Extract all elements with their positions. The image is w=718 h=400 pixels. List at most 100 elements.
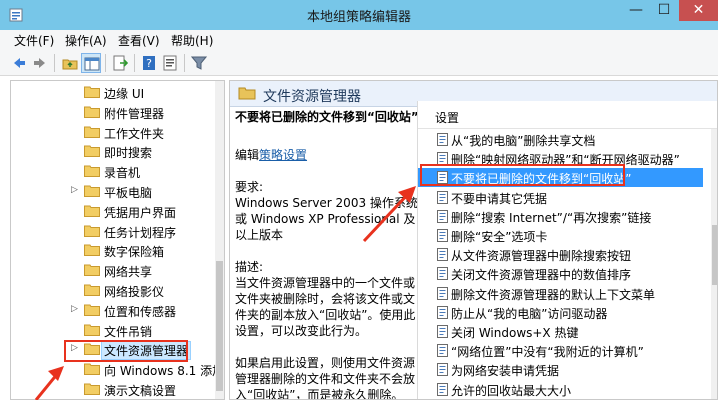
tree-item[interactable]: ▷ 文件资源管理器 xyxy=(11,340,211,361)
setting-item-label: 从“我的电脑”删除共享文档 xyxy=(451,134,596,148)
setting-item-label: 不要申请其它凭据 xyxy=(451,191,548,206)
policy-setting-icon xyxy=(437,344,448,358)
tree-item[interactable]: ▷ 位置和传感器 xyxy=(11,301,211,320)
folder-icon xyxy=(84,324,100,336)
up-folder-button[interactable] xyxy=(60,53,80,73)
tree-item[interactable]: 边缘 UI xyxy=(11,83,211,102)
details-pane: 文件资源管理器 不要将已删除的文件移到“回收站” 编辑策略设置 要求: Wind… xyxy=(229,80,718,400)
policy-setting-icon xyxy=(437,152,448,166)
window-title: 本地组策略编辑器 xyxy=(306,10,411,25)
setting-item[interactable]: 从“我的电脑”删除共享文档 xyxy=(418,130,703,149)
requirements-label: 要求: xyxy=(235,180,264,194)
filter-button[interactable] xyxy=(189,53,209,73)
setting-item[interactable]: 为网络安装申请凭据 xyxy=(418,360,703,379)
minimize-button[interactable]: — xyxy=(622,0,650,21)
export-list-button[interactable] xyxy=(110,53,130,73)
policy-setting-icon xyxy=(437,363,448,377)
tree-item[interactable]: ▷ 平板电脑 xyxy=(11,182,211,201)
show-hide-tree-button[interactable] xyxy=(81,53,101,73)
tree-item[interactable]: 附件管理器 xyxy=(11,103,211,122)
tree-item[interactable]: 网络投影仪 xyxy=(11,281,211,300)
tree-item[interactable]: 文件吊销 xyxy=(11,321,211,340)
policy-setting-icon xyxy=(437,171,448,185)
folder-icon xyxy=(84,126,100,138)
setting-item[interactable]: 删除“映射网络驱动器”和“断开网络驱动器” xyxy=(418,149,703,168)
setting-item[interactable]: 从文件资源管理器中删除搜索按钮 xyxy=(418,245,703,264)
settings-column-header[interactable]: 设置 xyxy=(418,101,717,129)
back-icon xyxy=(14,58,25,68)
edit-prefix: 编辑 xyxy=(235,148,260,162)
menu-view[interactable]: 查看(V) xyxy=(118,32,160,49)
setting-item-label: 为网络安装申请凭据 xyxy=(451,364,560,379)
setting-item-label: 删除文件资源管理器的默认上下文菜单 xyxy=(451,287,656,302)
tree-item[interactable]: 演示文稿设置 xyxy=(11,380,211,399)
tree-item-label: 文件资源管理器 xyxy=(100,341,192,361)
expand-arrow-icon[interactable]: ▷ xyxy=(71,304,78,314)
policy-tree[interactable]: 边缘 UI 附件管理器 工作文件夹 即时搜索 录音机 ▷ 平板电脑凭据用户界面 任务计划程序数… xyxy=(10,80,225,400)
up-folder-icon xyxy=(62,59,78,70)
tree-item[interactable]: 凭据用户界面 xyxy=(11,202,211,221)
setting-item[interactable]: 删除文件资源管理器的默认上下文菜单 xyxy=(418,284,703,303)
maximize-button[interactable]: ☐ xyxy=(650,0,678,21)
menu-action[interactable]: 操作(A) xyxy=(65,32,107,49)
setting-item[interactable]: 允许的回收站最大大小 xyxy=(418,380,703,399)
help-button[interactable]: ? xyxy=(139,53,159,73)
policy-setting-icon xyxy=(437,325,448,338)
tree-scrollbar-thumb[interactable] xyxy=(216,261,223,391)
policy-setting-icon xyxy=(437,248,448,262)
menu-file[interactable]: 文件(F) xyxy=(14,32,54,49)
settings-header-label: 设置 xyxy=(435,111,460,125)
folder-icon xyxy=(84,165,100,178)
setting-item[interactable]: 删除“搜索 Internet”/“再次搜索”链接 xyxy=(418,207,703,226)
setting-item[interactable]: 删除“安全”选项卡 xyxy=(418,226,703,245)
tree-item[interactable]: 即时搜索 xyxy=(11,142,211,161)
setting-item[interactable]: 关闭 Windows+X 热键 xyxy=(418,322,703,341)
close-button[interactable]: ✕ xyxy=(679,0,718,21)
policy-setting-icon xyxy=(437,267,448,281)
tree-item[interactable]: 工作文件夹 xyxy=(11,123,211,142)
setting-item[interactable]: 不要将已删除的文件移到“回收站” xyxy=(418,168,703,188)
policy-heading: 不要将已删除的文件移到“回收站” xyxy=(235,110,419,124)
tree-item[interactable]: 向 Windows 8.1 添加 xyxy=(11,360,224,379)
setting-item-label: 删除“映射网络驱动器”和“断开网络驱动器” xyxy=(451,153,680,168)
settings-scrollbar-thumb[interactable] xyxy=(712,225,717,285)
setting-item-label: 从文件资源管理器中删除搜索按钮 xyxy=(451,249,632,264)
folder-icon xyxy=(84,205,100,217)
title-bar: 本地组策略编辑器 — ☐ ✕ xyxy=(0,0,718,30)
forward-icon xyxy=(34,58,45,68)
tree-item[interactable]: 任务计划程序 xyxy=(11,222,211,241)
menu-bar: 文件(F) 操作(A) 查看(V) 帮助(H) xyxy=(0,30,718,50)
edit-policy-link[interactable]: 策略设置 xyxy=(259,148,307,162)
setting-item[interactable]: 关闭文件资源管理器中的数值排序 xyxy=(418,264,703,283)
tree-item-label: 平板电脑 xyxy=(104,186,153,200)
show-hide-tree-icon xyxy=(84,57,100,71)
requirements-line: Windows Server 2003 操作系统 xyxy=(235,196,418,210)
setting-item[interactable]: “网络位置”中没有“我附近的计算机” xyxy=(418,341,703,360)
setting-item-label: “网络位置”中没有“我附近的计算机” xyxy=(451,345,644,360)
toolbar-separator xyxy=(105,54,106,72)
filter-icon xyxy=(191,56,207,70)
toolbar-separator xyxy=(54,54,55,72)
tree-scrollbar[interactable] xyxy=(215,81,224,399)
requirements-line: 或 Windows XP Professional 及 xyxy=(235,212,416,226)
description-label: 描述: xyxy=(235,260,264,274)
details-title: 文件资源管理器 xyxy=(263,89,361,105)
settings-scrollbar[interactable] xyxy=(711,129,717,399)
properties-button[interactable] xyxy=(160,53,180,73)
menu-help[interactable]: 帮助(H) xyxy=(171,32,213,49)
setting-item[interactable]: 防止从“我的电脑”访问驱动器 xyxy=(418,303,703,322)
expand-arrow-icon[interactable]: ▷ xyxy=(71,185,78,195)
setting-item[interactable]: 不要申请其它凭据 xyxy=(418,188,703,207)
policy-setting-icon xyxy=(437,286,448,300)
setting-item-label: 防止从“我的电脑”访问驱动器 xyxy=(451,306,608,321)
back-button[interactable] xyxy=(9,53,29,73)
tree-item[interactable]: 录音机 xyxy=(11,162,211,181)
edit-policy-line: 编辑策略设置 xyxy=(235,147,307,163)
tree-item[interactable]: 数字保险箱 xyxy=(11,241,211,260)
folder-icon xyxy=(84,304,100,316)
expand-arrow-icon[interactable]: ▷ xyxy=(71,343,78,353)
folder-icon xyxy=(84,363,100,376)
settings-list-panel: 设置 从“我的电脑”删除共享文档删除“映射网络驱动器”和“断开网络驱动器” 不要将… xyxy=(417,101,717,399)
tree-item[interactable]: 网络共享 xyxy=(11,261,211,280)
forward-button[interactable] xyxy=(30,53,50,73)
